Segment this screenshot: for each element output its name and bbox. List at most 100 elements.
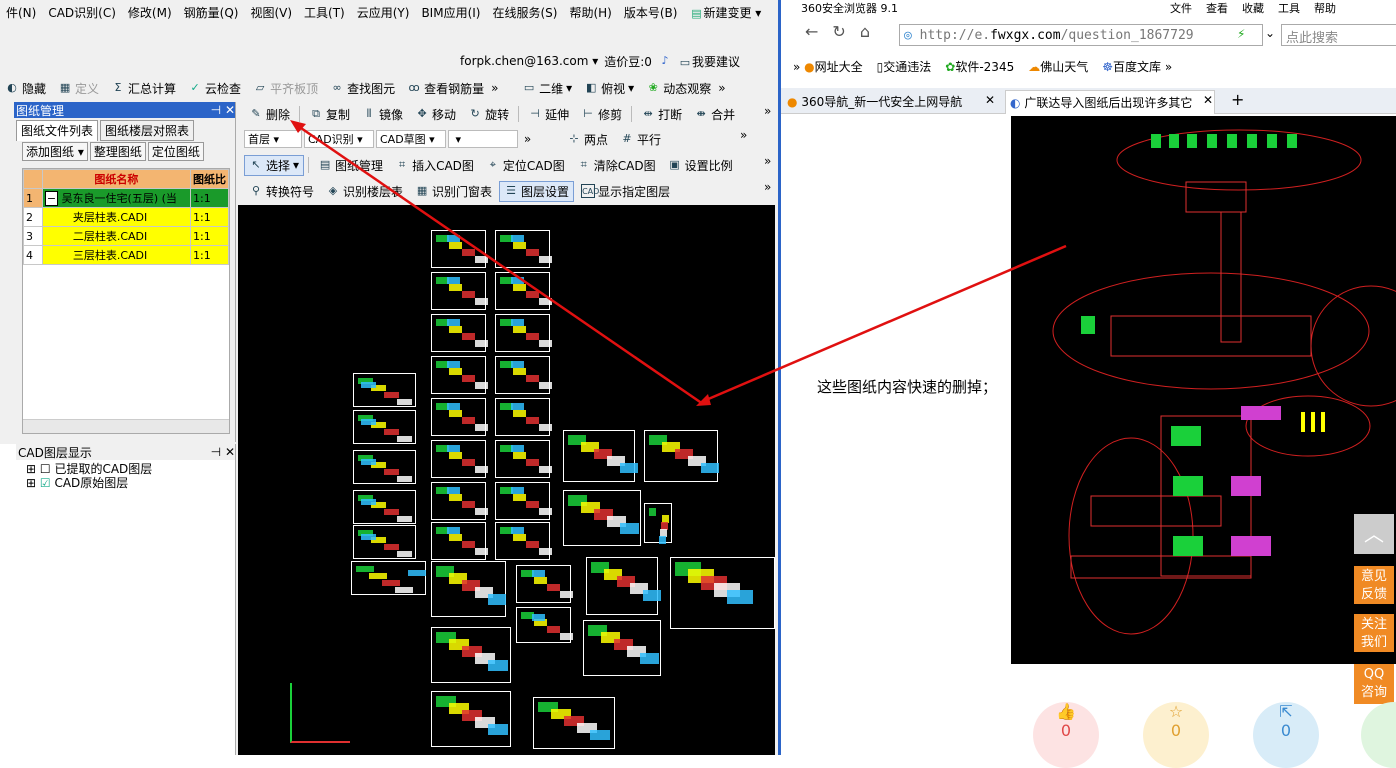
address-bar[interactable]: ◎ http://e. fwxgx.com /question_1867729 xyxy=(899,24,1263,46)
cad-drawing-sheet[interactable] xyxy=(495,230,552,268)
select-button[interactable]: ↖ 选择 ▾ xyxy=(244,154,305,176)
dynamic-view-button[interactable]: ❀ 动态观察 xyxy=(641,78,716,99)
cad-drawing-sheet[interactable] xyxy=(351,561,426,595)
cad-id-select[interactable]: CAD识别 ▾ xyxy=(304,130,374,148)
browser-menu-view[interactable]: 查看 xyxy=(1206,0,1228,15)
cad-drawing-sheet[interactable] xyxy=(495,314,552,352)
show-layer-button[interactable]: CAD 显示指定图层 xyxy=(576,181,675,202)
cad-drawing-sheet[interactable] xyxy=(431,482,488,520)
menu-cloud[interactable]: 云应用(Y) xyxy=(351,4,416,21)
cloud-check-button[interactable]: ✓ 云检查 xyxy=(183,78,246,99)
cad-drawing-sheet[interactable] xyxy=(583,620,661,676)
align-top-button[interactable]: ▱ 平齐板顶 xyxy=(248,78,323,99)
table-row[interactable]: 1 − 吴东良一住宅(五层) (当 1:1 xyxy=(23,188,229,208)
cad-drawing-sheet[interactable] xyxy=(644,503,672,544)
toolbar3-chevron[interactable]: » xyxy=(520,132,560,146)
star-button[interactable]: ☆ 0 xyxy=(1143,702,1209,768)
table-row[interactable]: 4 三层柱表.CADI 1:1 xyxy=(23,245,229,265)
toolbar-chevron-2[interactable]: » xyxy=(718,81,725,95)
cad-drawing-sheet[interactable] xyxy=(516,607,573,643)
view-angle-dropdown[interactable]: ◧ 俯视 ▾ xyxy=(579,78,639,99)
blank-select[interactable]: ▾ xyxy=(448,130,518,148)
cad-drawing-sheet[interactable] xyxy=(644,430,719,482)
menu-version[interactable]: 版本号(B) xyxy=(618,4,684,21)
trim-button[interactable]: ⊢ 修剪 xyxy=(576,104,627,125)
insert-cad-button[interactable]: ⌗ 插入CAD图 xyxy=(390,155,479,176)
account-dropdown[interactable]: forpk.chen@163.com ▾ xyxy=(460,54,598,68)
cad-drawing-sheet[interactable] xyxy=(563,490,641,546)
move-button[interactable]: ✥ 移动 xyxy=(410,104,461,125)
bookmark-item[interactable]: ✿软件-2345 xyxy=(945,58,1014,75)
browser-menu-tools[interactable]: 工具 xyxy=(1278,0,1300,15)
summary-button[interactable]: Σ 汇总计算 xyxy=(106,78,181,99)
cad-drawing-sheet[interactable] xyxy=(431,230,488,268)
menu-bim[interactable]: BIM应用(I) xyxy=(415,4,486,21)
follow-button[interactable]: 关注 我们 xyxy=(1354,614,1394,652)
organize-drawing-button[interactable]: 整理图纸 xyxy=(89,142,146,161)
menu-help[interactable]: 帮助(H) xyxy=(563,4,617,21)
view-mode-dropdown[interactable]: ▭ 二维 ▾ xyxy=(517,78,577,99)
merge-button[interactable]: ⇼ 合并 xyxy=(689,104,740,125)
back-to-top-button[interactable]: ︿ xyxy=(1354,514,1394,554)
layer-item-extracted[interactable]: ⊞ ☐ 已提取的CAD图层 xyxy=(26,462,152,476)
cad-drawing-sheet[interactable] xyxy=(431,314,488,352)
tab-file-list[interactable]: 图纸文件列表 xyxy=(16,120,99,141)
cad-drawing-sheet[interactable] xyxy=(431,398,488,436)
add-drawing-button[interactable]: 添加图纸 ▾ xyxy=(22,142,88,161)
tab-floor-map[interactable]: 图纸楼层对照表 xyxy=(100,120,195,141)
locate-drawing-button[interactable]: 定位图纸 xyxy=(147,142,204,161)
back-icon[interactable]: ← xyxy=(805,22,818,41)
cad-drawing-sheet[interactable] xyxy=(516,565,573,603)
menu-online[interactable]: 在线服务(S) xyxy=(486,4,563,21)
bookmark-item[interactable]: ☸百度文库 » xyxy=(1102,58,1172,75)
cad-drawing-sheet[interactable] xyxy=(586,557,661,615)
cad-drawing-sheet[interactable] xyxy=(431,522,488,560)
browser-menu-favorites[interactable]: 收藏 xyxy=(1242,0,1264,15)
lightning-icon[interactable]: ⚡ xyxy=(1237,27,1245,41)
define-button[interactable]: ▦ 定义 xyxy=(53,78,104,99)
mirror-button[interactable]: ⫴ 镜像 xyxy=(357,104,408,125)
menu-file[interactable]: 件(N) xyxy=(0,4,42,21)
browser-menu-help[interactable]: 帮助 xyxy=(1314,0,1336,15)
cad-drawing-sheet[interactable] xyxy=(431,272,488,310)
cad-drawing-sheet[interactable] xyxy=(353,525,416,559)
horizontal-scrollbar[interactable] xyxy=(23,419,229,433)
cad-drawing-sheet[interactable] xyxy=(495,522,552,560)
cad-drawing-sheet[interactable] xyxy=(495,272,552,310)
more-button[interactable] xyxy=(1361,702,1396,768)
cad-drawing-sheet[interactable] xyxy=(431,561,506,617)
door-window-button[interactable]: ▦ 识别门窗表 xyxy=(410,181,497,202)
menu-modify[interactable]: 修改(M) xyxy=(122,4,178,21)
convert-symbol-button[interactable]: ⚲ 转换符号 xyxy=(244,181,319,202)
toolbar4-chevron[interactable]: » xyxy=(764,154,771,168)
menu-tools[interactable]: 工具(T) xyxy=(298,4,351,21)
rotate-button[interactable]: ↻ 旋转 xyxy=(463,104,514,125)
cad-drawing-sheet[interactable] xyxy=(670,557,775,629)
cad-drawing-sheet[interactable] xyxy=(495,356,552,394)
cad-drawing-sheet[interactable] xyxy=(533,697,615,749)
cad-drawing-sheet[interactable] xyxy=(431,691,511,747)
home-icon[interactable]: ⌂ xyxy=(860,22,870,41)
cad-drawing-sheet[interactable] xyxy=(431,627,511,683)
bookmark-item[interactable]: ▯交通违法 xyxy=(877,58,932,75)
share-button[interactable]: ⇱ 0 xyxy=(1253,702,1319,768)
parallel-button[interactable]: # 平行 xyxy=(615,129,666,150)
table-row[interactable]: 3 二层柱表.CADI 1:1 xyxy=(23,226,229,246)
search-input[interactable]: 点此搜索 xyxy=(1281,24,1396,46)
pin-close-icons[interactable]: ⊣ ✕ xyxy=(211,103,235,117)
refresh-icon[interactable]: ↻ xyxy=(832,22,845,41)
cad-drawing-sheet[interactable] xyxy=(353,490,416,524)
break-button[interactable]: ⇹ 打断 xyxy=(636,104,687,125)
bookmark-item[interactable]: » ●网址大全 xyxy=(793,58,863,75)
clear-cad-button[interactable]: ⌗ 清除CAD图 xyxy=(572,155,661,176)
set-scale-button[interactable]: ▣ 设置比例 xyxy=(663,155,738,176)
url-dropdown-icon[interactable]: ⌄ xyxy=(1265,26,1275,40)
toolbar3-chevron-2[interactable]: » xyxy=(740,128,747,142)
feedback-button[interactable]: 意见 反馈 xyxy=(1354,566,1394,604)
close-icon[interactable]: ✕ xyxy=(1203,93,1213,107)
hide-button[interactable]: ◐ 隐藏 xyxy=(0,78,51,99)
tab-360-nav[interactable]: ● 360导航_新一代安全上网导航 ✕ xyxy=(783,91,999,113)
view-rebar-button[interactable]: ꝏ 查看钢筋量 xyxy=(402,78,489,99)
menu-view[interactable]: 视图(V) xyxy=(244,4,298,21)
layer-settings-button[interactable]: ☰ 图层设置 xyxy=(499,180,575,202)
